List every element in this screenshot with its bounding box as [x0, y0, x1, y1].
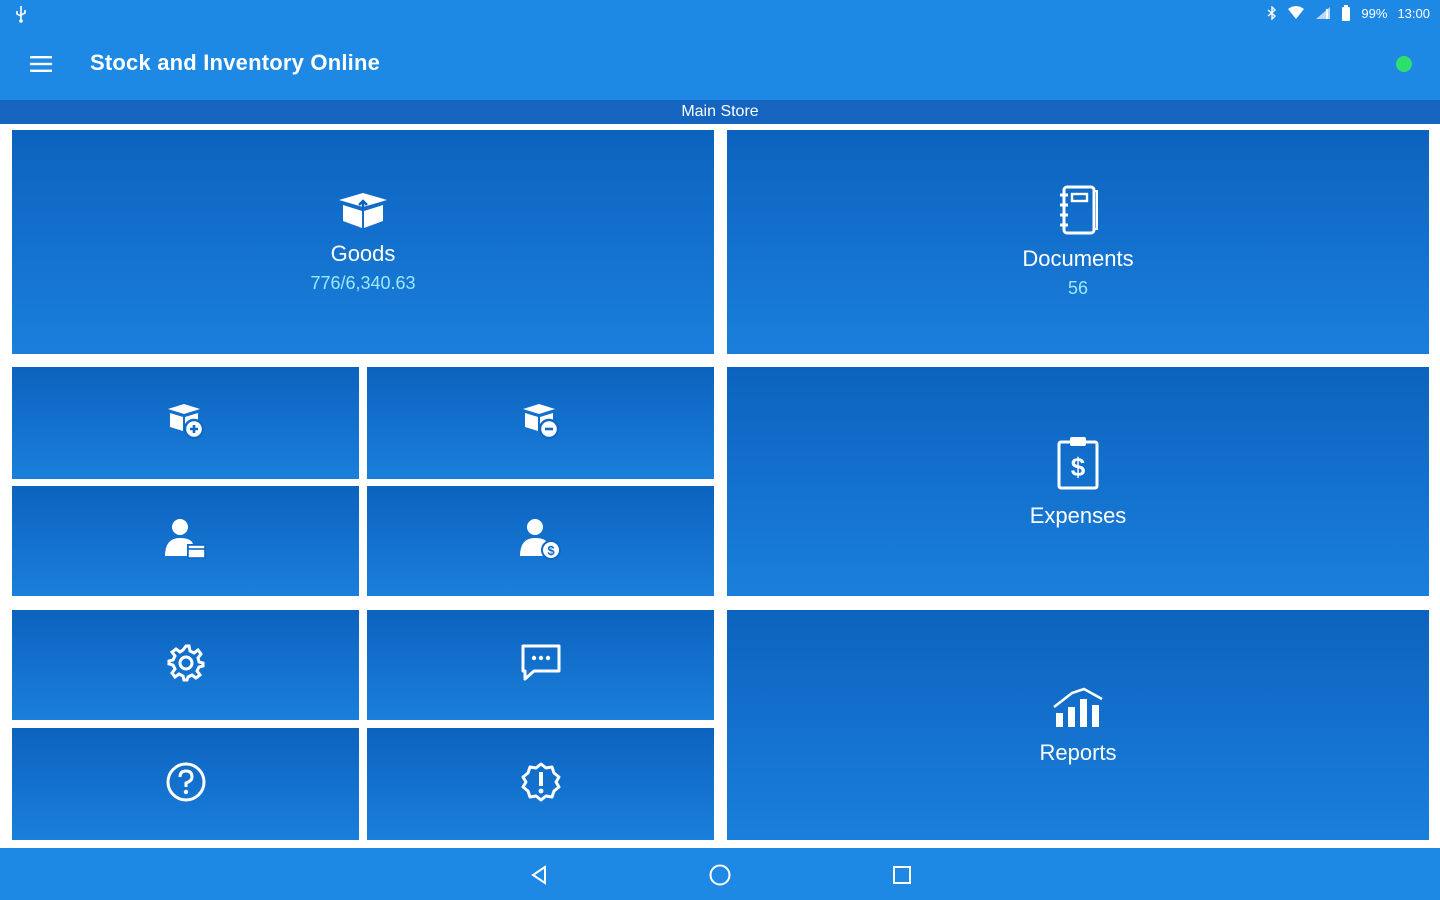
- settings-tile[interactable]: [12, 610, 359, 720]
- clipboard-dollar-icon: $: [1056, 434, 1100, 497]
- battery-icon: [1341, 5, 1351, 21]
- box-icon: [335, 190, 391, 235]
- hamburger-menu-icon[interactable]: [22, 48, 60, 80]
- notebook-icon: [1056, 185, 1100, 240]
- svg-text:$: $: [547, 543, 555, 558]
- signal-icon: [1315, 6, 1331, 20]
- gear-icon: [166, 643, 206, 688]
- customer-payment-tile[interactable]: $: [367, 486, 714, 596]
- help-tile[interactable]: [12, 728, 359, 840]
- clock: 13:00: [1397, 5, 1430, 21]
- box-add-icon: [164, 401, 208, 446]
- svg-text:$: $: [1071, 452, 1086, 482]
- receive-goods-tile[interactable]: [12, 367, 359, 479]
- customer-box-tile[interactable]: [12, 486, 359, 596]
- app-bar: Stock and Inventory Online: [0, 28, 1440, 100]
- expenses-tile[interactable]: $ Expenses: [727, 367, 1429, 596]
- home-icon[interactable]: [705, 860, 735, 890]
- navigation-bar: [0, 848, 1440, 900]
- bluetooth-icon: [1267, 6, 1277, 20]
- alert-badge-icon: [520, 761, 562, 808]
- status-icons: 99% 13:00: [1267, 5, 1430, 21]
- goods-tile[interactable]: Goods 776/6,340.63: [12, 130, 714, 354]
- user-box-icon: [163, 516, 209, 567]
- store-name-bar[interactable]: Main Store: [0, 100, 1440, 124]
- reports-label: Reports: [1039, 739, 1117, 765]
- battery-percent: 99%: [1361, 5, 1388, 21]
- usb-icon: [14, 5, 28, 28]
- chat-icon: [520, 643, 562, 688]
- bar-chart-icon: [1052, 685, 1104, 734]
- reports-tile[interactable]: Reports: [727, 610, 1429, 840]
- messages-tile[interactable]: [367, 610, 714, 720]
- connection-status-dot: [1396, 56, 1412, 72]
- documents-value: 56: [1067, 278, 1089, 298]
- back-icon[interactable]: [524, 860, 554, 890]
- issue-goods-tile[interactable]: [367, 367, 714, 479]
- box-remove-icon: [519, 401, 563, 446]
- alerts-tile[interactable]: [367, 728, 714, 840]
- help-circle-icon: [165, 761, 207, 808]
- wifi-icon: [1287, 6, 1305, 20]
- goods-value: 776/6,340.63: [310, 273, 416, 293]
- recents-icon[interactable]: [887, 860, 917, 890]
- documents-tile[interactable]: Documents 56: [727, 130, 1429, 354]
- user-dollar-icon: $: [518, 516, 564, 567]
- documents-label: Documents: [1022, 246, 1134, 271]
- goods-label: Goods: [330, 241, 396, 266]
- status-bar: 99% 13:00: [0, 0, 1440, 28]
- expenses-label: Expenses: [1029, 503, 1127, 528]
- app-title: Stock and Inventory Online: [90, 50, 381, 75]
